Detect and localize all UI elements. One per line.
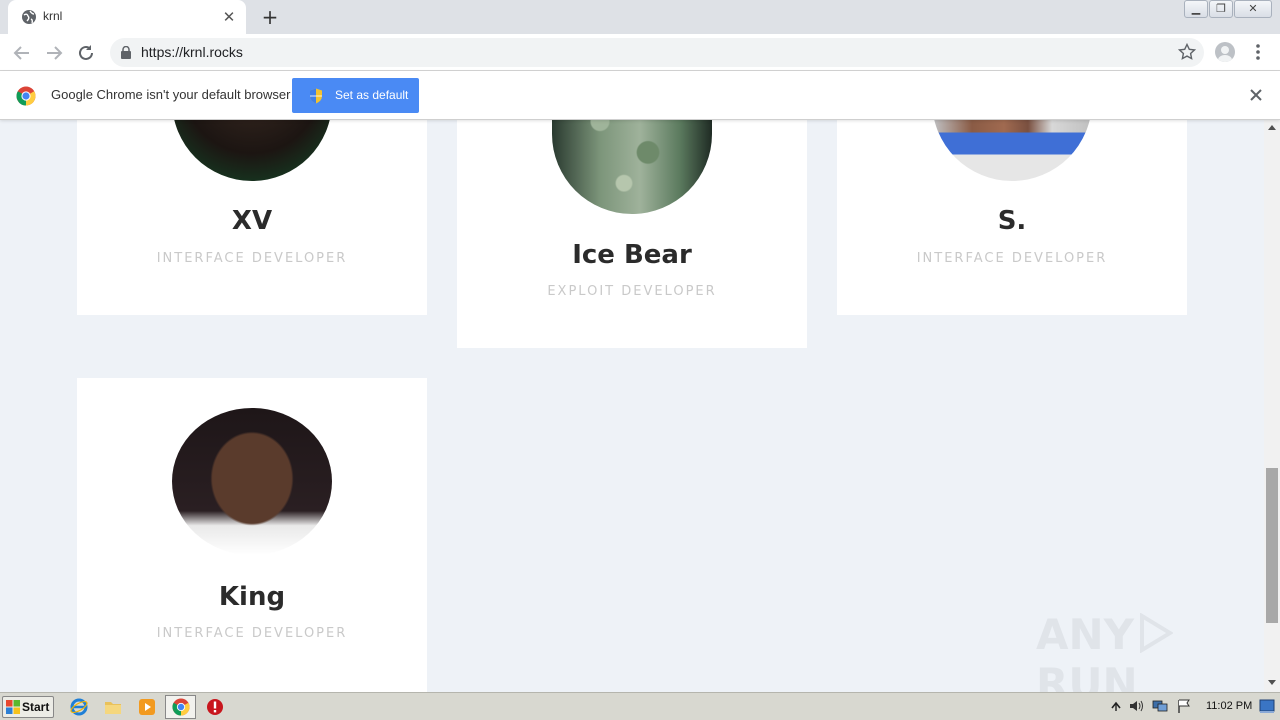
browser-tab[interactable]: krnl ✕ (8, 0, 246, 34)
member-name: XV (231, 206, 273, 236)
member-role: INTERFACE DEVELOPER (156, 626, 348, 641)
forward-arrow-icon[interactable] (42, 41, 66, 65)
avatar (552, 120, 712, 214)
system-clock: 11:02 PM (1206, 700, 1253, 712)
close-window-button[interactable]: ✕ (1234, 0, 1272, 18)
scroll-up-icon[interactable] (1268, 125, 1276, 130)
chrome-icon (172, 698, 190, 716)
play-triangle-icon (1140, 612, 1175, 654)
watermark-text-left: ANY (1036, 610, 1135, 659)
team-card: XV INTERFACE DEVELOPER (77, 120, 427, 315)
address-bar[interactable]: https://krnl.rocks (110, 38, 1204, 67)
team-card: Ice Bear EXPLOIT DEVELOPER (457, 120, 807, 348)
tab-strip: krnl ✕ + ▁ ❐ ✕ (0, 0, 1280, 34)
anyrun-watermark: ANY RUN (1036, 610, 1236, 708)
tray-expand-icon[interactable] (1108, 698, 1124, 714)
profile-avatar-icon[interactable] (1215, 42, 1235, 62)
windows-logo-icon (6, 700, 20, 714)
security-alert-icon[interactable] (206, 698, 224, 716)
new-tab-button[interactable]: + (258, 6, 282, 28)
avatar (172, 120, 332, 181)
set-as-default-label: Set as default (335, 88, 409, 102)
start-button[interactable]: Start (2, 696, 54, 718)
scroll-down-icon[interactable] (1268, 680, 1276, 685)
folder-icon[interactable] (104, 698, 122, 716)
default-browser-infobar: Google Chrome isn't your default browser… (0, 71, 1280, 120)
back-arrow-icon[interactable] (10, 41, 34, 65)
network-icon[interactable] (1152, 698, 1168, 714)
restore-button[interactable]: ❐ (1209, 0, 1233, 18)
minimize-button[interactable]: ▁ (1184, 0, 1208, 18)
url-text: https://krnl.rocks (141, 44, 243, 60)
member-role: EXPLOIT DEVELOPER (547, 284, 717, 299)
page-scrollbar[interactable] (1264, 120, 1280, 692)
kebab-menu-icon[interactable] (1250, 42, 1266, 62)
browser-toolbar: https://krnl.rocks (0, 34, 1280, 71)
member-role: INTERFACE DEVELOPER (916, 251, 1108, 266)
windows-taskbar: Start 11:02 PM (0, 692, 1280, 720)
volume-icon[interactable] (1128, 698, 1144, 714)
member-name: S. (997, 206, 1027, 236)
team-card: King INTERFACE DEVELOPER (77, 378, 427, 692)
reload-icon[interactable] (74, 41, 98, 65)
tab-title: krnl (43, 9, 63, 23)
media-player-icon[interactable] (138, 698, 156, 716)
avatar (172, 408, 332, 555)
chrome-logo-icon (16, 86, 36, 106)
action-center-flag-icon[interactable] (1176, 698, 1192, 714)
team-section: XV INTERFACE DEVELOPER Ice Bear EXPLOIT … (0, 120, 1264, 692)
lock-icon (121, 46, 131, 59)
team-card: S. INTERFACE DEVELOPER (837, 120, 1187, 315)
avatar (932, 120, 1092, 181)
infobar-message: Google Chrome isn't your default browser (51, 87, 291, 102)
shield-icon (310, 88, 322, 104)
set-as-default-button[interactable]: Set as default (292, 78, 419, 113)
screen: krnl ✕ + ▁ ❐ ✕ https://krnl.rocks Google… (0, 0, 1280, 720)
internet-explorer-icon[interactable] (70, 698, 88, 716)
minimize-icon: ▁ (1191, 2, 1201, 15)
start-label: Start (22, 700, 50, 714)
bookmark-star-icon[interactable] (1178, 43, 1196, 61)
chrome-taskbar-button[interactable] (165, 695, 196, 719)
member-role: INTERFACE DEVELOPER (156, 251, 348, 266)
scrollbar-thumb[interactable] (1266, 468, 1278, 623)
close-icon: ✕ (1248, 2, 1258, 15)
show-desktop-icon[interactable] (1259, 698, 1275, 714)
member-name: Ice Bear (572, 240, 692, 270)
member-name: King (218, 582, 286, 612)
restore-icon: ❐ (1216, 2, 1226, 15)
close-icon[interactable] (1247, 86, 1265, 104)
tab-close-icon[interactable]: ✕ (220, 8, 238, 26)
globe-icon (22, 10, 36, 24)
